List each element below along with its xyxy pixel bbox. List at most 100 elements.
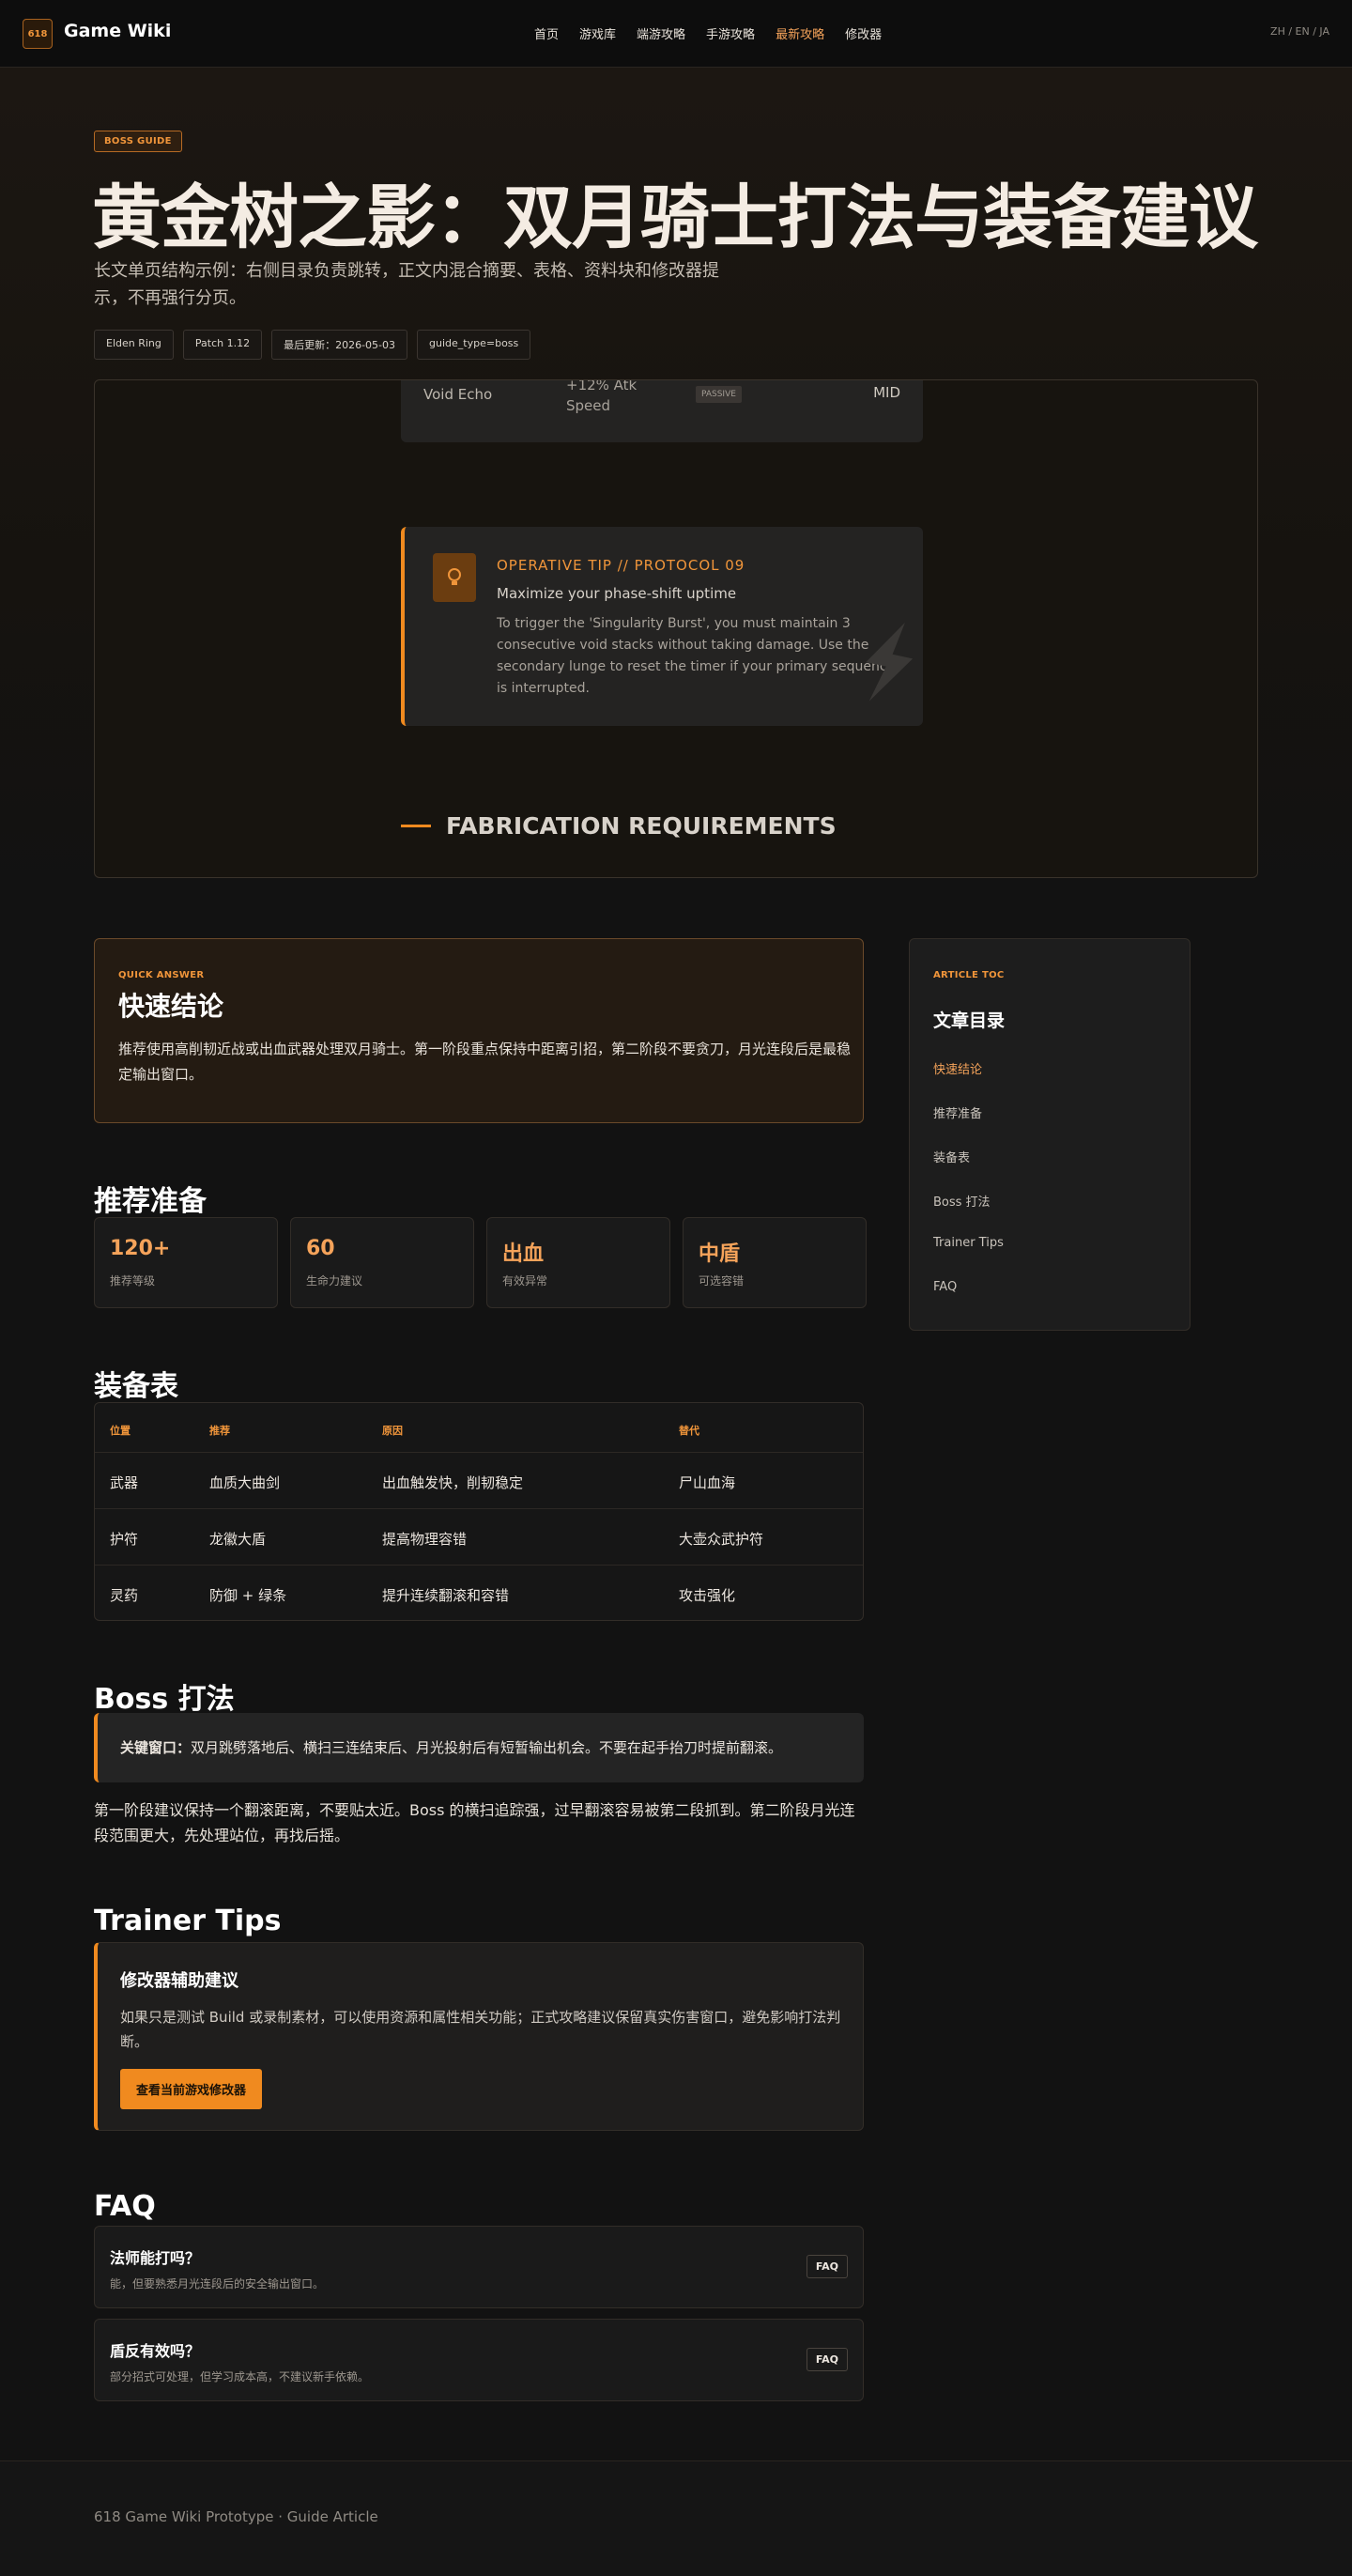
- stat-label: 推荐等级: [110, 1274, 156, 1288]
- table-cell: 尸山血海: [679, 1474, 736, 1491]
- column-header-recommended: 推荐: [209, 1425, 230, 1437]
- prep-stats: 120+ 推荐等级 60 生命力建议 出血 有效异常 中盾 可选容错: [94, 1217, 867, 1308]
- page-title: 黄金树之影：双月骑士打法与装备建议: [92, 177, 1258, 258]
- table-row: 灵药 防御 + 绿条 提升连续翻滚和容错 攻击强化: [95, 1566, 863, 1622]
- stat-label: 可选容错: [699, 1274, 745, 1288]
- faq-answer: 能，但要熟悉月光连段后的安全输出窗口。: [110, 2277, 325, 2291]
- page-footer: 618 Game Wiki Prototype · Guide Article: [0, 2460, 1352, 2576]
- section-heading-boss-strategy: Boss 打法: [94, 1683, 235, 1716]
- section-heading-trainer-tips: Trainer Tips: [94, 1905, 282, 1937]
- stat-label: 有效异常: [502, 1274, 548, 1288]
- section-heading-faq: FAQ: [94, 2190, 156, 2223]
- table-cell: 护符: [110, 1531, 139, 1548]
- site-name[interactable]: Game Wiki: [64, 21, 171, 41]
- preview-table-row: Void Echo +12% Atk Speed PASSIVE MID: [401, 379, 923, 442]
- tip-heading: OPERATIVE TIP // PROTOCOL 09: [497, 557, 745, 574]
- site-logo[interactable]: 618: [23, 19, 53, 49]
- table-cell: 龙徽大盾: [209, 1531, 267, 1548]
- table-cell: 武器: [110, 1474, 139, 1491]
- stat-card-shield: 中盾 可选容错: [683, 1217, 867, 1308]
- heading-accent-bar: [401, 825, 431, 827]
- column-header-alternative: 替代: [679, 1425, 699, 1437]
- stat-value: 60: [306, 1237, 335, 1260]
- view-trainer-button[interactable]: 查看当前游戏修改器: [120, 2069, 263, 2109]
- nav-latest-guides[interactable]: 最新攻略: [776, 24, 824, 42]
- language-switcher[interactable]: ZH / EN / JA: [1270, 25, 1329, 38]
- toc-item-quick-answer[interactable]: 快速结论: [933, 1059, 1004, 1103]
- stat-value: 120+: [110, 1237, 171, 1260]
- toc-item-faq[interactable]: FAQ: [933, 1280, 1004, 1324]
- table-row: 武器 血质大曲剑 出血触发快，削韧稳定 尸山血海: [95, 1453, 863, 1509]
- trainer-tip-card: 修改器辅助建议 如果只是测试 Build 或录制素材，可以使用资源和属性相关功能…: [94, 1942, 864, 2131]
- table-cell: 出血触发快，削韧稳定: [382, 1474, 524, 1491]
- main-nav: 首页 游戏库 端游攻略 手游攻略 最新攻略 修改器: [534, 24, 902, 42]
- tag-patch: Patch 1.12: [182, 330, 263, 360]
- faq-badge: FAQ: [806, 2255, 848, 2278]
- callout-label: 关键窗口：: [120, 1739, 192, 1756]
- faq-question: 盾反有效吗？: [110, 2342, 201, 2360]
- tip-body: To trigger the 'Singularity Burst', you …: [497, 616, 896, 696]
- nav-home[interactable]: 首页: [534, 24, 559, 42]
- table-cell: 提升连续翻滚和容错: [382, 1587, 510, 1604]
- section-heading-preparation: 推荐准备: [94, 1185, 207, 1218]
- meta-tags: Elden Ring Patch 1.12 最后更新：2026-05-03 gu…: [94, 330, 531, 360]
- toc-title: 文章目录: [933, 1010, 1006, 1031]
- faq-item[interactable]: 法师能打吗？ 能，但要熟悉月光连段后的安全输出窗口。 FAQ: [94, 2226, 864, 2308]
- callout-text: 关键窗口：双月跳劈落地后、横扫三连结束后、月光投射后有短暂输出机会。不要在起手抬…: [120, 1737, 782, 1757]
- table-cell: 攻击强化: [679, 1587, 736, 1604]
- toc-item-preparation[interactable]: 推荐准备: [933, 1103, 1004, 1148]
- stat-card-status: 出血 有效异常: [486, 1217, 670, 1308]
- stat-label: 生命力建议: [306, 1274, 363, 1288]
- stat-card-level: 120+ 推荐等级: [94, 1217, 278, 1308]
- table-cell: 血质大曲剑: [209, 1474, 281, 1491]
- toc-item-boss-strategy[interactable]: Boss 打法: [933, 1192, 1004, 1236]
- tag-guide-type: guide_type=boss: [417, 330, 531, 360]
- table-cell: 防御 + 绿条: [209, 1587, 287, 1604]
- callout-body: 双月跳劈落地后、横扫三连结束后、月光投射后有短暂输出机会。不要在起手抬刀时提前翻…: [191, 1739, 783, 1756]
- trainer-card-title: 修改器辅助建议: [120, 1971, 238, 1991]
- stat-card-vigor: 60 生命力建议: [290, 1217, 474, 1308]
- toc-eyebrow: ARTICLE TOC: [933, 970, 1005, 980]
- table-header: 位置 推荐 原因 替代: [95, 1403, 863, 1453]
- nav-pc-guides[interactable]: 端游攻略: [637, 24, 685, 42]
- table-cell: 灵药: [110, 1587, 139, 1604]
- quick-answer-body: 推荐使用高削韧近战或出血武器处理双月骑士。第一阶段重点保持中距离引招，第二阶段不…: [118, 1041, 852, 1083]
- preview-item-tier: MID: [873, 384, 900, 401]
- tag-game: Elden Ring: [94, 330, 174, 360]
- preview-item-name: Void Echo: [423, 386, 493, 403]
- toc-list: 快速结论 推荐准备 装备表 Boss 打法 Trainer Tips FAQ: [933, 1059, 1004, 1324]
- trainer-card-body: 如果只是测试 Build 或录制素材，可以使用资源和属性相关功能；正式攻略建议保…: [120, 2009, 841, 2050]
- quick-answer-card: QUICK ANSWER 快速结论 推荐使用高削韧近战或出血武器处理双月骑士。第…: [94, 938, 864, 1123]
- quick-answer-title: 快速结论: [118, 991, 224, 1022]
- fabrication-heading-text: FABRICATION REQUIREMENTS: [446, 812, 837, 840]
- column-header-slot: 位置: [110, 1425, 131, 1437]
- operative-tip-card: OPERATIVE TIP // PROTOCOL 09 Maximize yo…: [401, 527, 923, 726]
- toc-item-equipment[interactable]: 装备表: [933, 1148, 1004, 1192]
- tip-subheading: Maximize your phase-shift uptime: [497, 585, 737, 602]
- nav-game-library[interactable]: 游戏库: [579, 24, 616, 42]
- faq-answer: 部分招式可处理，但学习成本高，不建议新手依赖。: [110, 2370, 370, 2383]
- preview-item-effect: +12% Atk Speed: [566, 379, 638, 414]
- guide-type-badge: BOSS GUIDE: [94, 131, 182, 152]
- page-subtitle: 长文单页结构示例：右侧目录负责跳转，正文内混合摘要、表格、资料块和修改器提示，不…: [94, 261, 719, 308]
- embedded-preview-frame[interactable]: Void Echo +12% Atk Speed PASSIVE MID OPE…: [94, 379, 1258, 878]
- equipment-table: 位置 推荐 原因 替代 武器 血质大曲剑 出血触发快，削韧稳定 尸山血海 护符 …: [94, 1402, 864, 1621]
- toc-item-trainer-tips[interactable]: Trainer Tips: [933, 1236, 1004, 1280]
- quick-answer-eyebrow: QUICK ANSWER: [118, 970, 205, 980]
- faq-item[interactable]: 盾反有效吗？ 部分招式可处理，但学习成本高，不建议新手依赖。 FAQ: [94, 2319, 864, 2401]
- boss-strategy-paragraph: 第一阶段建议保持一个翻滚距离，不要贴太近。Boss 的横扫追踪强，过早翻滚容易被…: [94, 1801, 855, 1844]
- table-cell: 大壶众武护符: [679, 1531, 764, 1548]
- faq-badge: FAQ: [806, 2348, 848, 2371]
- table-row: 护符 龙徽大盾 提高物理容错 大壶众武护符: [95, 1509, 863, 1566]
- nav-trainers[interactable]: 修改器: [845, 24, 882, 42]
- nav-mobile-guides[interactable]: 手游攻略: [706, 24, 755, 42]
- lightbulb-icon: [433, 553, 476, 602]
- top-navigation-bar: 618 Game Wiki 首页 游戏库 端游攻略 手游攻略 最新攻略 修改器 …: [0, 0, 1352, 68]
- stat-value: 中盾: [699, 1242, 741, 1266]
- key-window-callout: 关键窗口：双月跳劈落地后、横扫三连结束后、月光投射后有短暂输出机会。不要在起手抬…: [94, 1713, 864, 1782]
- section-heading-equipment: 装备表: [94, 1370, 178, 1403]
- fabrication-heading: FABRICATION REQUIREMENTS: [401, 812, 837, 840]
- stat-value: 出血: [502, 1242, 545, 1266]
- tag-updated: 最后更新：2026-05-03: [271, 330, 408, 360]
- footer-text: 618 Game Wiki Prototype · Guide Article: [94, 2508, 378, 2525]
